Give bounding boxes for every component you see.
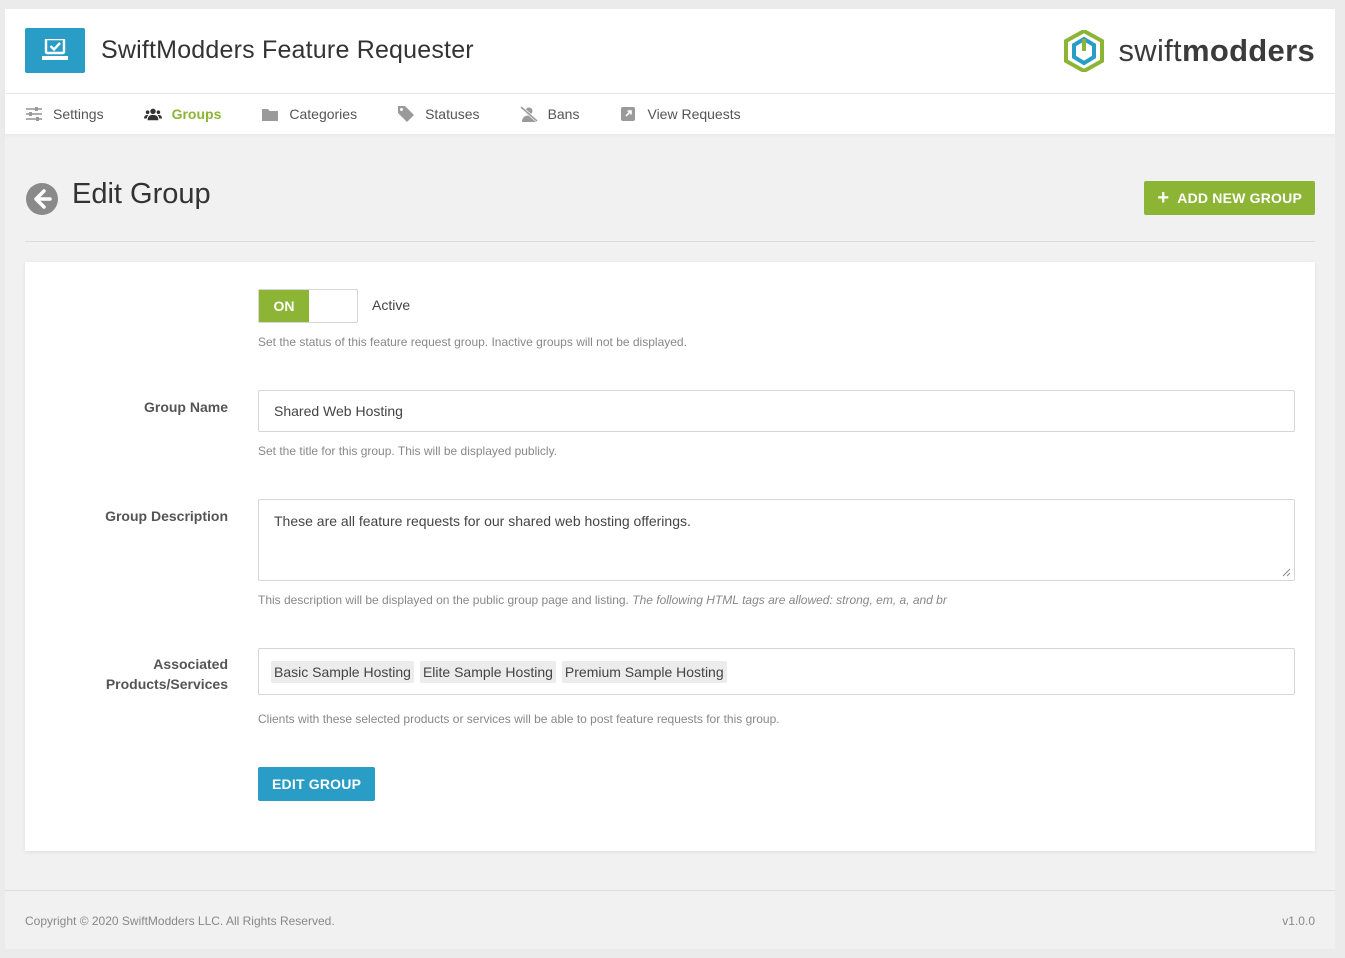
version-text: v1.0.0 (1282, 914, 1315, 928)
back-button[interactable] (25, 182, 59, 216)
users-icon (143, 105, 162, 123)
nav-label: Statuses (425, 106, 480, 122)
edit-group-form: ON Active Set the status of this feature… (25, 262, 1315, 851)
nav-item-categories[interactable]: Categories (261, 94, 357, 134)
group-name-input[interactable]: Shared Web Hosting (258, 390, 1295, 432)
app-logo-icon (25, 28, 85, 73)
copyright-text: Copyright © 2020 SwiftModders LLC. All R… (25, 914, 335, 928)
product-tag[interactable]: Basic Sample Hosting (271, 660, 414, 683)
plus-icon: + (1157, 187, 1170, 209)
app-frame: SwiftModders Feature Requester swiftmodd… (5, 9, 1335, 949)
associated-products-label: Associated Products/Services (106, 654, 228, 694)
status-help-text: Set the status of this feature request g… (258, 335, 687, 349)
brand-name-light: swift (1118, 33, 1182, 68)
group-name-label: Group Name (143, 399, 228, 415)
status-toggle[interactable]: ON (258, 289, 358, 323)
group-description-help: This description will be displayed on th… (258, 593, 629, 607)
brand-logo: swiftmodders (1064, 28, 1315, 74)
sliders-icon (25, 105, 43, 123)
associated-products-label-line2: Products/Services (105, 676, 228, 692)
main-nav: Settings Groups Categories Statuses Bans (5, 94, 1335, 134)
associated-products-select[interactable]: Basic Sample Hosting Elite Sample Hostin… (258, 648, 1295, 695)
nav-label: Categories (289, 106, 358, 122)
group-description-help-text: This description will be displayed on th… (258, 593, 947, 607)
arrow-left-circle-icon (26, 183, 58, 215)
add-new-group-label: ADD NEW GROUP (1177, 190, 1302, 206)
group-description-textarea[interactable]: These are all feature requests for our s… (258, 499, 1295, 581)
group-description-value: These are all feature requests for our s… (274, 513, 691, 529)
group-description-help-allowed-tags: The following HTML tags are allowed: str… (632, 593, 947, 607)
nav-label: View Requests (647, 106, 741, 122)
product-tag[interactable]: Premium Sample Hosting (561, 660, 727, 683)
page-header: Edit Group + ADD NEW GROUP (25, 174, 1315, 242)
nav-item-view-requests[interactable]: View Requests (619, 94, 741, 134)
page-title: Edit Group (72, 178, 211, 210)
folder-icon (261, 105, 279, 123)
footer: Copyright © 2020 SwiftModders LLC. All R… (5, 890, 1335, 949)
status-value-label: Active (372, 297, 411, 313)
nav-item-statuses[interactable]: Statuses (397, 94, 480, 134)
brand-name: swiftmodders (1118, 33, 1315, 69)
toggle-on-label: ON (259, 290, 309, 322)
nav-item-groups[interactable]: Groups (143, 94, 222, 134)
product-tag[interactable]: Elite Sample Hosting (419, 660, 556, 683)
tag-icon (397, 105, 415, 123)
nav-item-settings[interactable]: Settings (25, 94, 104, 134)
app-header: SwiftModders Feature Requester swiftmodd… (5, 9, 1335, 94)
swiftmodders-logo-icon (1064, 30, 1105, 72)
add-new-group-button[interactable]: + ADD NEW GROUP (1144, 181, 1315, 215)
brand-name-bold: modders (1181, 33, 1315, 68)
resize-grip-icon[interactable] (1282, 568, 1291, 577)
app-title: SwiftModders Feature Requester (101, 36, 474, 64)
nav-label: Bans (547, 106, 580, 122)
nav-label: Settings (53, 106, 104, 122)
user-slash-icon (519, 105, 538, 123)
nav-item-bans[interactable]: Bans (519, 94, 580, 134)
associated-products-label-line1: Associated (153, 656, 228, 672)
external-link-icon (619, 105, 637, 123)
nav-label: Groups (171, 106, 222, 122)
edit-group-button[interactable]: EDIT GROUP (258, 767, 376, 801)
group-description-label: Group Description (105, 508, 228, 524)
associated-products-help-text: Clients with these selected products or … (258, 712, 780, 726)
group-name-help-text: Set the title for this group. This will … (258, 444, 558, 458)
